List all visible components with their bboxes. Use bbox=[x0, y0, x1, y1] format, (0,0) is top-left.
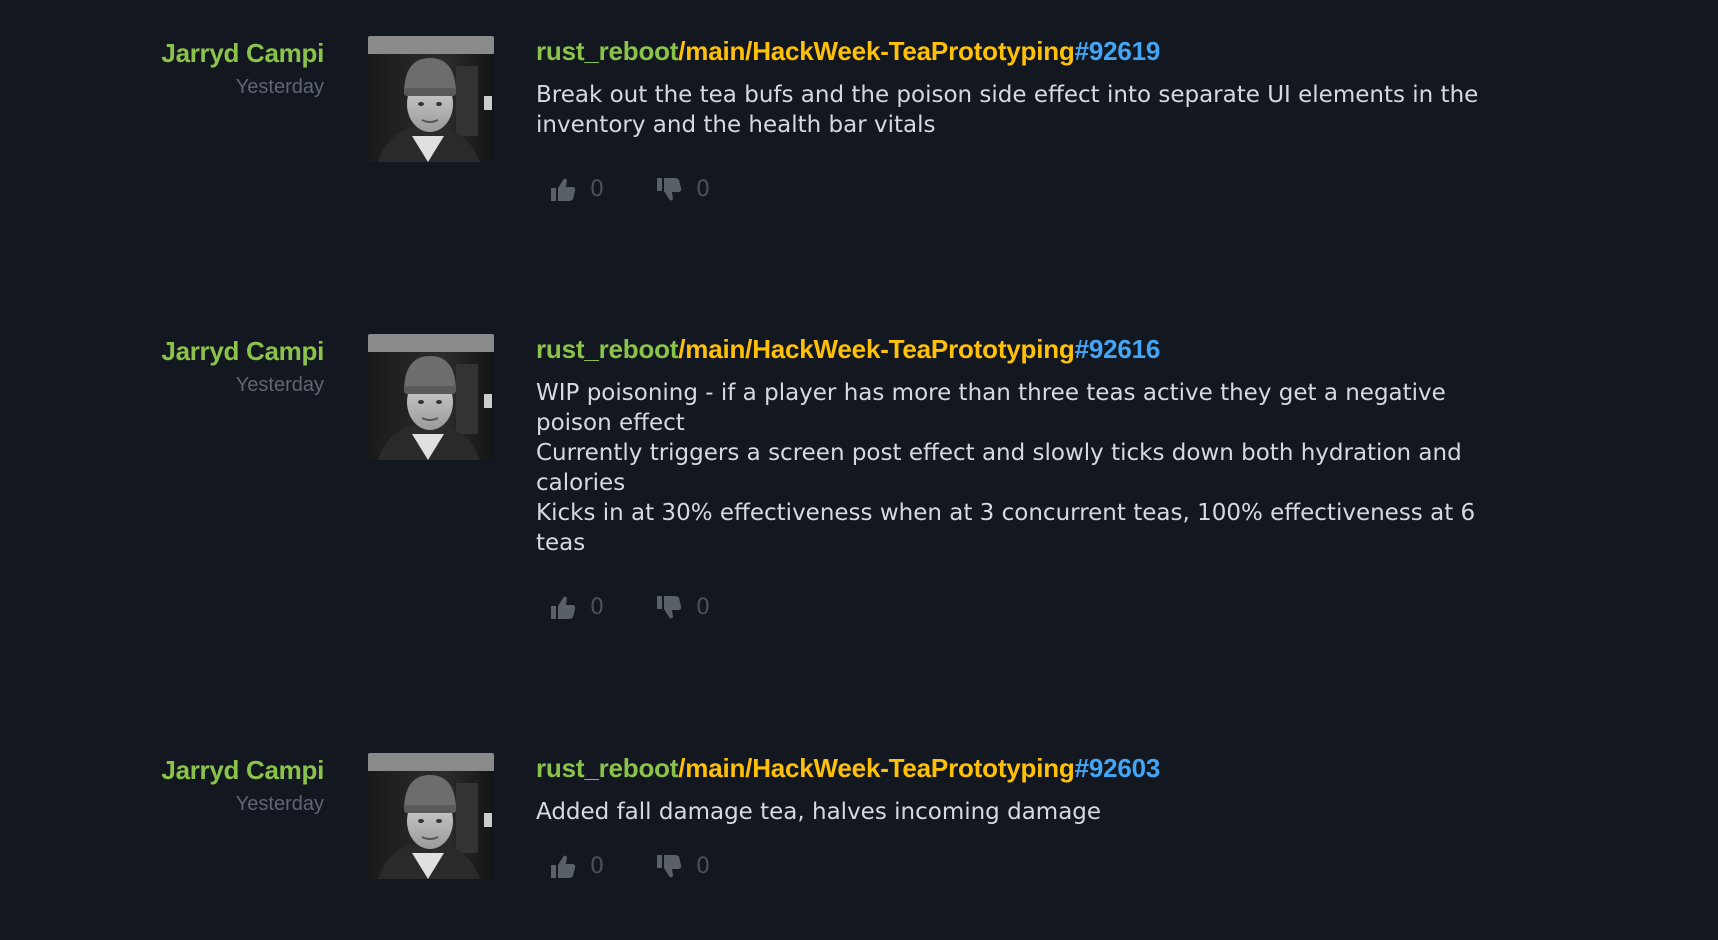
commit-content: rust_reboot/main/HackWeek-TeaPrototyping… bbox=[536, 332, 1496, 622]
avatar[interactable] bbox=[368, 36, 494, 162]
like-count: 0 bbox=[590, 594, 604, 620]
avatar-image bbox=[368, 334, 494, 460]
branch-name[interactable]: /main/HackWeek-TeaPrototyping bbox=[678, 753, 1075, 783]
commit-date: Yesterday bbox=[235, 374, 324, 396]
like-button[interactable]: 0 bbox=[550, 854, 604, 879]
avatar-image bbox=[368, 36, 494, 162]
avatar[interactable] bbox=[368, 753, 494, 879]
author-name[interactable]: Jarryd Campi bbox=[0, 754, 324, 786]
avatar[interactable] bbox=[368, 334, 494, 460]
avatar-image bbox=[368, 753, 494, 879]
vote-bar: 0 0 bbox=[536, 592, 1496, 622]
thumbs-up-icon bbox=[551, 855, 576, 878]
changeset-id[interactable]: #92616 bbox=[1075, 334, 1161, 364]
author-block: Jarryd Campi Yesterday bbox=[0, 37, 324, 100]
commit-message: Added fall damage tea, halves incoming d… bbox=[536, 799, 1102, 825]
dislike-count: 0 bbox=[696, 594, 710, 620]
changeset-path[interactable]: rust_reboot/main/HackWeek-TeaPrototyping… bbox=[536, 332, 1496, 366]
commit-message: Break out the tea bufs and the poison si… bbox=[536, 82, 1479, 138]
commit-date: Yesterday bbox=[235, 793, 324, 815]
dislike-button[interactable]: 0 bbox=[656, 595, 710, 620]
commit-content: rust_reboot/main/HackWeek-TeaPrototyping… bbox=[536, 34, 1496, 204]
thumbs-up-icon bbox=[551, 178, 576, 201]
dislike-count: 0 bbox=[696, 176, 710, 202]
repo-name[interactable]: rust_reboot bbox=[536, 753, 678, 783]
repo-name[interactable]: rust_reboot bbox=[536, 334, 678, 364]
thumbs-down-icon bbox=[657, 854, 682, 877]
changeset-path[interactable]: rust_reboot/main/HackWeek-TeaPrototyping… bbox=[536, 34, 1496, 68]
commit-message: WIP poisoning - if a player has more tha… bbox=[536, 380, 1476, 556]
changeset-path[interactable]: rust_reboot/main/HackWeek-TeaPrototyping… bbox=[536, 751, 1496, 785]
thumbs-down-icon bbox=[657, 177, 682, 200]
author-name[interactable]: Jarryd Campi bbox=[0, 37, 324, 69]
branch-name[interactable]: /main/HackWeek-TeaPrototyping bbox=[678, 36, 1075, 66]
vote-bar: 0 0 bbox=[536, 851, 1496, 881]
dislike-button[interactable]: 0 bbox=[656, 177, 710, 202]
dislike-button[interactable]: 0 bbox=[656, 854, 710, 879]
changeset-id[interactable]: #92619 bbox=[1075, 36, 1161, 66]
like-count: 0 bbox=[590, 176, 604, 202]
like-button[interactable]: 0 bbox=[550, 595, 604, 620]
vote-bar: 0 0 bbox=[536, 174, 1496, 204]
branch-name[interactable]: /main/HackWeek-TeaPrototyping bbox=[678, 334, 1075, 364]
changeset-id[interactable]: #92603 bbox=[1075, 753, 1161, 783]
like-count: 0 bbox=[590, 853, 604, 879]
commit-content: rust_reboot/main/HackWeek-TeaPrototyping… bbox=[536, 751, 1496, 881]
author-block: Jarryd Campi Yesterday bbox=[0, 335, 324, 398]
author-block: Jarryd Campi Yesterday bbox=[0, 754, 324, 817]
author-name[interactable]: Jarryd Campi bbox=[0, 335, 324, 367]
like-button[interactable]: 0 bbox=[550, 177, 604, 202]
thumbs-down-icon bbox=[657, 595, 682, 618]
dislike-count: 0 bbox=[696, 853, 710, 879]
repo-name[interactable]: rust_reboot bbox=[536, 36, 678, 66]
thumbs-up-icon bbox=[551, 596, 576, 619]
commit-date: Yesterday bbox=[235, 76, 324, 98]
